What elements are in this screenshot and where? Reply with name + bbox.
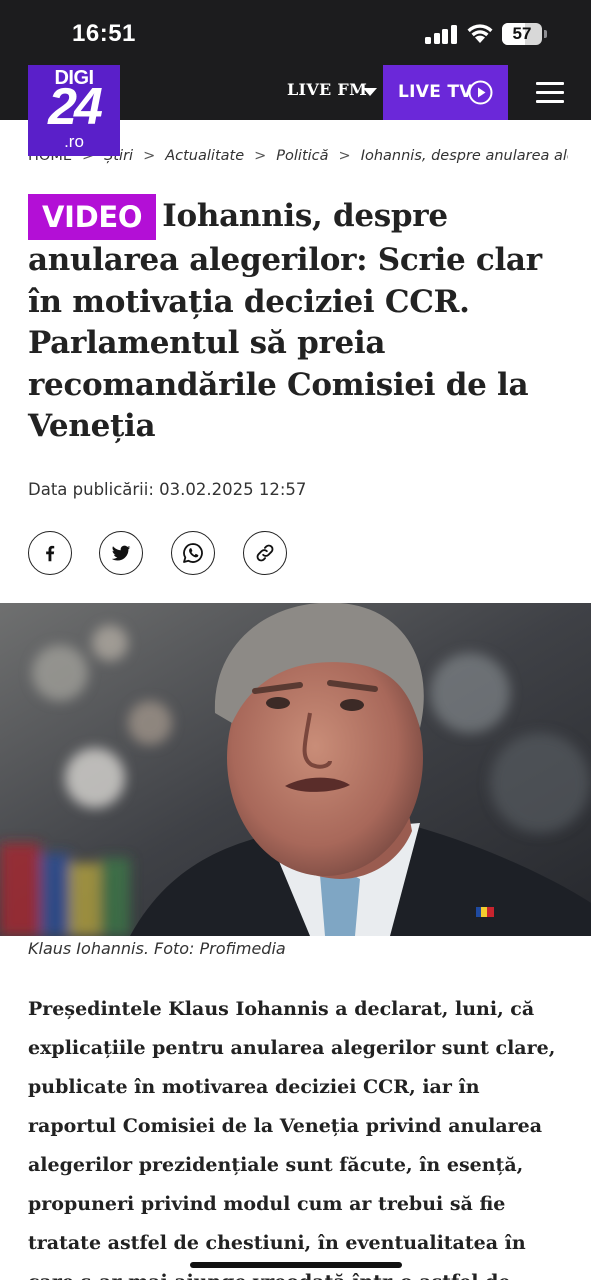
menu-icon[interactable] [536,82,564,104]
digi24-logo[interactable]: DIGI 24 .ro [28,65,120,156]
share-facebook-button[interactable] [28,531,72,575]
article-title: VIDEO Iohannis, despre anularea alegerilo… [28,194,568,448]
battery-level: 57 [512,24,532,43]
signal-icon [425,24,457,44]
breadcrumb-politica[interactable]: Politică [276,148,328,164]
home-indicator[interactable] [190,1262,402,1268]
live-tv-label: LIVE TV [398,82,473,102]
photo-caption: Klaus Iohannis. Foto: Profimedia [28,939,286,958]
live-tv-button[interactable]: LIVE TV [383,65,508,120]
status-bar: 16:51 57 [0,0,591,65]
status-time: 16:51 [72,20,136,47]
twitter-icon [111,545,131,561]
breadcrumb-current: Iohannis, despre anularea aleg… [360,148,568,164]
share-twitter-button[interactable] [99,531,143,575]
breadcrumb-actualitate[interactable]: Actualitate [165,148,244,164]
play-icon [468,80,493,105]
facebook-icon [46,545,55,562]
portrait-illustration [0,603,591,936]
article-lead: Președintele Klaus Iohannis a declarat, … [28,998,556,1280]
caret-down-icon[interactable] [363,88,377,96]
article-photo[interactable] [0,603,591,936]
publish-date: Data publicării: 03.02.2025 12:57 [28,480,307,499]
wifi-icon [467,24,493,43]
video-badge: VIDEO [28,194,157,240]
whatsapp-icon [183,543,203,563]
live-fm-button[interactable]: LIVE FM [287,80,367,99]
battery-icon: 57 [502,23,547,45]
link-icon [256,544,274,562]
share-link-button[interactable] [243,531,287,575]
share-whatsapp-button[interactable] [171,531,215,575]
